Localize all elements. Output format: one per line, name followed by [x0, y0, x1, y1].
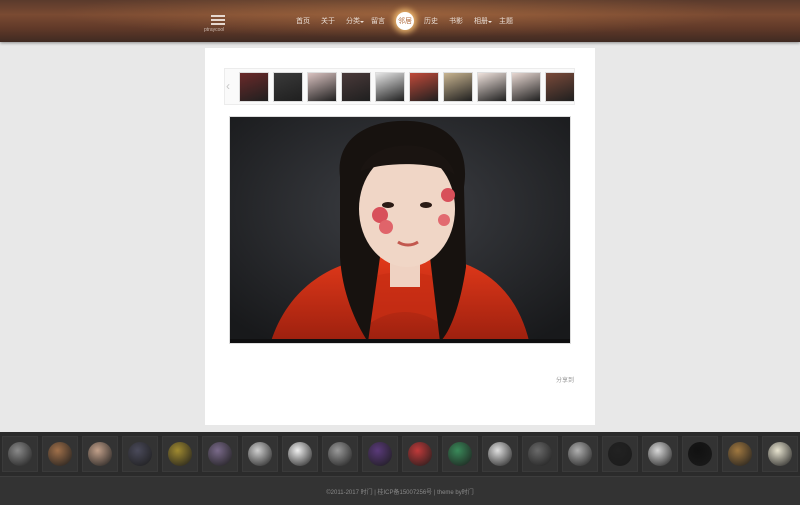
avatar — [88, 442, 112, 466]
prev-arrow-icon[interactable]: ‹ — [226, 79, 230, 93]
neighbors-avatar-bar — [0, 432, 800, 476]
avatar — [488, 442, 512, 466]
thumbnail-2[interactable] — [273, 72, 303, 102]
neighbor-link-14[interactable] — [522, 436, 558, 472]
neighbor-link-4[interactable] — [122, 436, 158, 472]
avatar — [288, 442, 312, 466]
nav-item-7[interactable]: 书影 — [449, 16, 463, 26]
neighbor-link-2[interactable] — [42, 436, 78, 472]
share-label[interactable]: 分享到 — [556, 375, 574, 384]
neighbor-link-17[interactable] — [642, 436, 678, 472]
photo-image — [230, 117, 570, 343]
nav-item-2[interactable]: 关于 — [321, 16, 335, 26]
neighbor-link-1[interactable] — [2, 436, 38, 472]
nav-item-1[interactable]: 首页 — [296, 16, 310, 26]
footer-copyright: ©2011-2017 时门 | 桂ICP备15007256号 | theme b… — [326, 490, 474, 496]
neighbor-link-9[interactable] — [322, 436, 358, 472]
avatar — [688, 442, 712, 466]
avatar — [8, 442, 32, 466]
thumbnail-strip: ‹ — [224, 68, 575, 105]
avatar — [608, 442, 632, 466]
thumbnail-10[interactable] — [545, 72, 574, 102]
avatar — [448, 442, 472, 466]
avatar — [408, 442, 432, 466]
content-card: ‹ 分享到 — [205, 48, 595, 425]
avatar — [528, 442, 552, 466]
avatar — [368, 442, 392, 466]
avatar — [768, 442, 792, 466]
thumbnail-5[interactable] — [375, 72, 405, 102]
thumbnail-1[interactable] — [239, 72, 269, 102]
avatar — [328, 442, 352, 466]
avatar — [568, 442, 592, 466]
neighbor-link-13[interactable] — [482, 436, 518, 472]
hamburger-icon-bar — [211, 23, 225, 25]
neighbor-link-7[interactable] — [242, 436, 278, 472]
thumbnail-list — [239, 72, 574, 102]
thumbnail-7[interactable] — [443, 72, 473, 102]
neighbor-link-3[interactable] — [82, 436, 118, 472]
nav-item-4[interactable]: 留言 — [371, 16, 385, 26]
thumbnail-6[interactable] — [409, 72, 439, 102]
neighbor-link-20[interactable] — [762, 436, 798, 472]
site-header: ptraycool 首页 关于 分类 留言 邻居 历史 书影 相册 主题 — [0, 0, 800, 42]
hamburger-icon — [211, 15, 225, 17]
nav-item-8[interactable]: 相册 — [474, 16, 492, 26]
nav-item-5[interactable]: 邻居 — [396, 12, 414, 30]
menu-toggle-button[interactable]: ptraycool — [204, 12, 230, 36]
menu-label: ptraycool — [204, 27, 225, 33]
thumbnail-3[interactable] — [307, 72, 337, 102]
avatar — [248, 442, 272, 466]
neighbor-link-8[interactable] — [282, 436, 318, 472]
neighbor-link-16[interactable] — [602, 436, 638, 472]
neighbor-link-12[interactable] — [442, 436, 478, 472]
footer: ©2011-2017 时门 | 桂ICP备15007256号 | theme b… — [0, 476, 800, 505]
thumbnail-8[interactable] — [477, 72, 507, 102]
avatar — [648, 442, 672, 466]
neighbor-link-15[interactable] — [562, 436, 598, 472]
avatar — [208, 442, 232, 466]
thumbnail-4[interactable] — [341, 72, 371, 102]
neighbor-link-5[interactable] — [162, 436, 198, 472]
avatar — [728, 442, 752, 466]
neighbor-link-6[interactable] — [202, 436, 238, 472]
nav-item-9[interactable]: 主题 — [499, 16, 513, 26]
nav-item-3[interactable]: 分类 — [346, 16, 364, 26]
main-nav: 首页 关于 分类 留言 邻居 历史 书影 相册 主题 — [296, 12, 524, 30]
avatar — [168, 442, 192, 466]
thumbnail-9[interactable] — [511, 72, 541, 102]
avatar — [48, 442, 72, 466]
neighbor-link-10[interactable] — [362, 436, 398, 472]
neighbor-link-19[interactable] — [722, 436, 758, 472]
main-photo — [229, 116, 571, 344]
nav-item-6[interactable]: 历史 — [424, 16, 438, 26]
avatar — [128, 442, 152, 466]
neighbor-link-11[interactable] — [402, 436, 438, 472]
neighbor-link-18[interactable] — [682, 436, 718, 472]
hamburger-icon-bar — [211, 19, 225, 21]
